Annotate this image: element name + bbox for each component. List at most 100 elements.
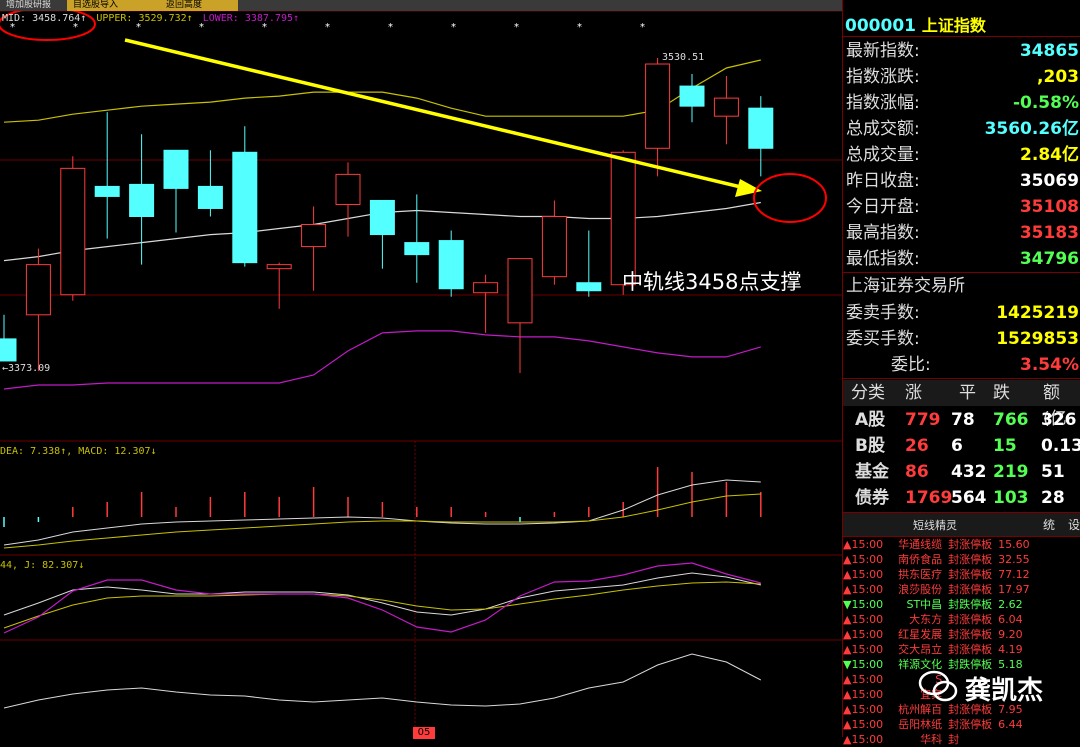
book-key: 委买手数: (846, 329, 920, 349)
quote-key: 总成交额: (846, 119, 920, 139)
stats-header: 分类涨平跌额(亿 (843, 380, 1080, 429)
stats-cell: 26 (905, 436, 929, 456)
stats-cell: 1769 (905, 488, 953, 508)
ticker-item[interactable]: ▲15:00 华科封 (843, 732, 1080, 747)
candle-body-7 (232, 151, 258, 264)
ticker-item[interactable]: ▲15:00 交大昂立 封涨停板 4.19 (843, 642, 1080, 657)
top-tab-bar: 增加股研报 目选股导入 返回高度 (0, 0, 842, 11)
candle-body-16 (541, 216, 567, 278)
ticker-value: 6.04 (998, 613, 1023, 626)
ticker-name: 浪莎股份 (898, 583, 943, 596)
candle-body-2 (60, 167, 86, 296)
ticker-time: 15:00 (851, 733, 884, 746)
ticker-name: ST中昌 (906, 598, 943, 611)
ticker-time: 15:00 (851, 643, 884, 656)
ticker-item[interactable]: ▲15:00 拱东医疗 封涨停板 77.12 (843, 567, 1080, 582)
stats-cell: 78 (951, 410, 975, 430)
date-marker: 05 (413, 727, 435, 739)
candle-body-20 (679, 85, 705, 107)
ticker-time: 15:00 (851, 628, 884, 641)
marker-star-16: * (514, 22, 519, 33)
tab-1[interactable]: 目选股导入 (67, 0, 169, 11)
chart-svg[interactable]: * * * * * * * * * * * (0, 0, 842, 737)
ticker-action: 封涨停板 (948, 718, 993, 731)
ticker-time: 15:00 (851, 613, 884, 626)
stats-cell: 28 (1041, 488, 1065, 508)
quote-value: 34865 (1019, 41, 1079, 61)
candle-body-5 (163, 149, 189, 189)
stats-cell: 219 (993, 462, 1029, 482)
highlight-circle (753, 173, 827, 223)
tab-short-elf[interactable]: 短线精灵 (913, 517, 957, 533)
ticker-item[interactable]: ▲15:00 大东方 封涨停板 6.04 (843, 612, 1080, 627)
ticker-item[interactable]: ▲15:00 红星发展 封涨停板 9.20 (843, 627, 1080, 642)
exchange-row: 上海证券交易所 (843, 273, 1080, 299)
tab-settings[interactable]: 设 (1068, 516, 1080, 533)
ticker-value: 32.55 (998, 553, 1030, 566)
kline-chart-area[interactable]: * * * * * * * * * * * 增加股研报 目选股导入 返回高度 MID: 3458.7… (0, 0, 842, 739)
ticker-value: 15.60 (998, 538, 1030, 551)
candle-body-17 (576, 282, 602, 292)
tab-0[interactable]: 增加股研报 (0, 0, 74, 11)
quote-row: 今日开盘: 35108 (843, 194, 1080, 220)
support-annotation: 中轨线3458点支撑 (622, 270, 802, 294)
stats-cell: 基金 (855, 462, 889, 482)
ticker-time: 15:00 (851, 658, 884, 671)
macd-legend: DEA: 7.338↑, MACD: 12.307↓ (0, 446, 157, 457)
ticker-item[interactable]: ▲15:00 岳阳林纸 封涨停板 6.44 (843, 717, 1080, 732)
ticker-item[interactable]: ▼15:00 ST中昌 封跌停板 2.62 (843, 597, 1080, 612)
tab-stat[interactable]: 统 (1043, 516, 1055, 533)
marker-star-10: * (325, 22, 330, 33)
stats-cell: 86 (905, 462, 929, 482)
ticker-time: 15:00 (851, 583, 884, 596)
stats-header-cell: 分类 (851, 383, 885, 403)
quote-value: 35108 (1019, 197, 1079, 217)
upper-value: UPPER: 3529.732↑ (96, 13, 193, 24)
kdj-k-line (3, 572, 761, 616)
stats-cell: 326 (1041, 410, 1077, 430)
tab-2[interactable]: 返回高度 (160, 0, 238, 11)
index-name: 上证指数 (921, 16, 986, 35)
book-value: 1529853 (996, 329, 1079, 349)
quote-row: 总成交额: 3560.26亿 (843, 116, 1080, 142)
ticker-item[interactable]: ▲15:00 南侨食品 封涨停板 32.55 (843, 552, 1080, 567)
ticker-time: 15:00 (851, 703, 884, 716)
book-row: 委卖手数: 1425219 (843, 300, 1080, 326)
stats-cell: 15 (993, 436, 1017, 456)
candle-body-13 (438, 240, 464, 290)
stats-cell: 0.13 (1041, 436, 1080, 456)
quote-key: 昨日收盘: (846, 171, 920, 191)
ticker-action: 封 (948, 733, 960, 746)
ticker-time: 15:00 (851, 553, 884, 566)
quote-row: 总成交量: 2.84亿 (843, 142, 1080, 168)
candle-body-11 (369, 199, 395, 236)
watermark-text: 龚凯杰 (965, 676, 1044, 706)
candle-body-14 (473, 282, 499, 294)
stats-cell: 779 (905, 410, 941, 430)
ticker-item[interactable]: ▲15:00 浪莎股份 封涨停板 17.97 (843, 582, 1080, 597)
marker-star-12: * (388, 22, 393, 33)
index-code: 000001 (845, 16, 916, 36)
ticker-item[interactable]: ▲15:00 华通线缆 封涨停板 15.60 (843, 537, 1080, 552)
ticker-name: 华通线缆 (898, 538, 943, 551)
lower-value: LOWER: 3387.795↑ (202, 13, 300, 24)
ticker-action: 封涨停板 (948, 568, 993, 581)
quote-row: 指数涨幅: -0.58% (843, 90, 1080, 116)
boll-legend: MID: 3458.764↑ UPPER: 3529.732↑ LOWER: 3… (2, 13, 299, 24)
marker-star-20: * (640, 22, 645, 33)
boll-lower-line (3, 330, 761, 390)
quote-key: 总成交量: (846, 145, 920, 165)
candle-body-9 (301, 224, 327, 248)
kdj-legend: 44, J: 82.307↓ (0, 560, 85, 571)
quote-value: 35183 (1019, 223, 1079, 243)
quote-key: 最新指数: (846, 41, 920, 61)
quote-value: 34796 (1019, 249, 1079, 269)
ticker-value: 6.44 (998, 718, 1023, 731)
ticker-action: 封涨停板 (948, 538, 993, 551)
kdj-j-line (3, 562, 761, 634)
bottom-indicator-line (3, 653, 762, 709)
book-value: 3.54% (1020, 355, 1079, 375)
quote-value: -0.58% (1012, 93, 1079, 113)
stats-cell: 766 (993, 410, 1029, 430)
kdj-d-line (3, 581, 761, 629)
